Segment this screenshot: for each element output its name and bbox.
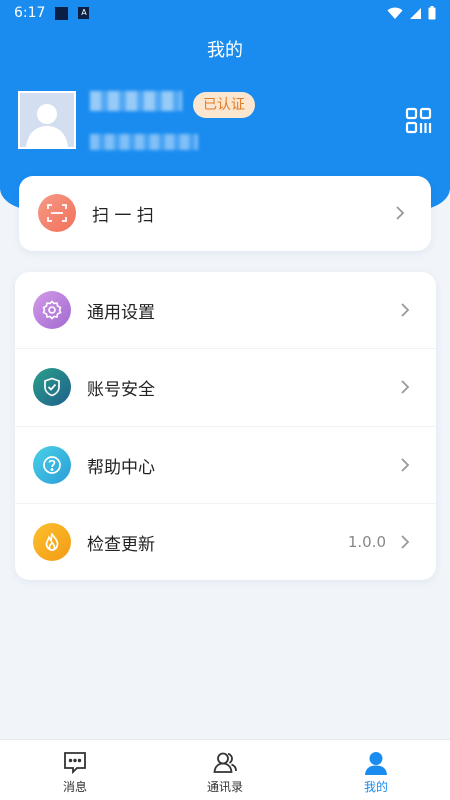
nav-label: 通讯录 xyxy=(206,780,243,794)
user-icon xyxy=(365,752,387,775)
settings-icon xyxy=(42,300,62,320)
menu-item-label: 通用设置 xyxy=(87,302,155,323)
menu-item-check-update[interactable]: 检查更新 1.0.0 xyxy=(15,523,436,561)
nav-item-messages[interactable]: 消息 xyxy=(35,740,115,800)
chevron-right-icon xyxy=(401,458,410,472)
nav-item-me[interactable]: 我的 xyxy=(336,740,416,800)
user-subtitle-redacted xyxy=(90,134,198,150)
flame-icon xyxy=(45,533,59,551)
menu-item-account-security[interactable]: 账号安全 xyxy=(15,368,436,406)
bottom-navigation: 消息 通讯录 我的 xyxy=(0,739,450,800)
menu-item-label: 帮助中心 xyxy=(87,457,155,478)
nav-label: 消息 xyxy=(62,780,87,794)
flame-icon-circle xyxy=(33,523,71,561)
verified-badge: 已认证 xyxy=(193,92,255,118)
divider xyxy=(15,426,436,427)
settings-icon-circle xyxy=(33,291,71,329)
menu-item-general-settings[interactable]: 通用设置 xyxy=(15,291,436,329)
status-indicators xyxy=(387,6,436,20)
default-avatar-icon xyxy=(20,93,74,147)
menu-item-label: 账号安全 xyxy=(87,379,155,400)
settings-menu-card: 通用设置 账号安全 帮助中心 检查更新 1.0.0 xyxy=(15,272,436,580)
scan-row[interactable]: 扫 一 扫 xyxy=(19,194,431,232)
nav-item-contacts[interactable]: 通讯录 xyxy=(185,740,265,800)
scan-icon-circle xyxy=(38,194,76,232)
shield-icon-circle xyxy=(33,368,71,406)
avatar[interactable] xyxy=(18,91,76,149)
scan-label: 扫 一 扫 xyxy=(92,205,154,226)
menu-item-label: 检查更新 xyxy=(87,534,155,555)
chevron-right-icon xyxy=(401,303,410,317)
help-icon xyxy=(43,456,61,474)
scan-card[interactable]: 扫 一 扫 xyxy=(19,176,431,251)
wifi-icon xyxy=(387,7,403,19)
message-icon xyxy=(64,752,86,775)
contacts-icon xyxy=(213,752,237,773)
help-icon-circle xyxy=(33,446,71,484)
app-notification-icon: A xyxy=(78,7,90,19)
qr-code-button[interactable] xyxy=(405,107,433,135)
shield-icon xyxy=(44,377,60,397)
app-version-value: 1.0.0 xyxy=(347,533,386,551)
chevron-right-icon xyxy=(401,380,410,394)
page-title: 我的 xyxy=(207,40,243,61)
nav-label: 我的 xyxy=(363,780,388,794)
scan-icon xyxy=(47,204,67,222)
chevron-right-icon xyxy=(401,535,410,549)
signal-icon xyxy=(410,7,421,19)
status-bar: 6:17 A xyxy=(0,0,450,26)
notification-icon xyxy=(55,6,69,20)
status-time: 6:17 xyxy=(14,5,46,21)
chevron-right-icon xyxy=(396,206,405,220)
divider xyxy=(15,503,436,504)
qr-code-icon xyxy=(405,107,432,134)
battery-icon xyxy=(428,6,436,20)
divider xyxy=(15,348,436,349)
user-name-redacted xyxy=(90,91,182,111)
menu-item-help-center[interactable]: 帮助中心 xyxy=(15,446,436,484)
